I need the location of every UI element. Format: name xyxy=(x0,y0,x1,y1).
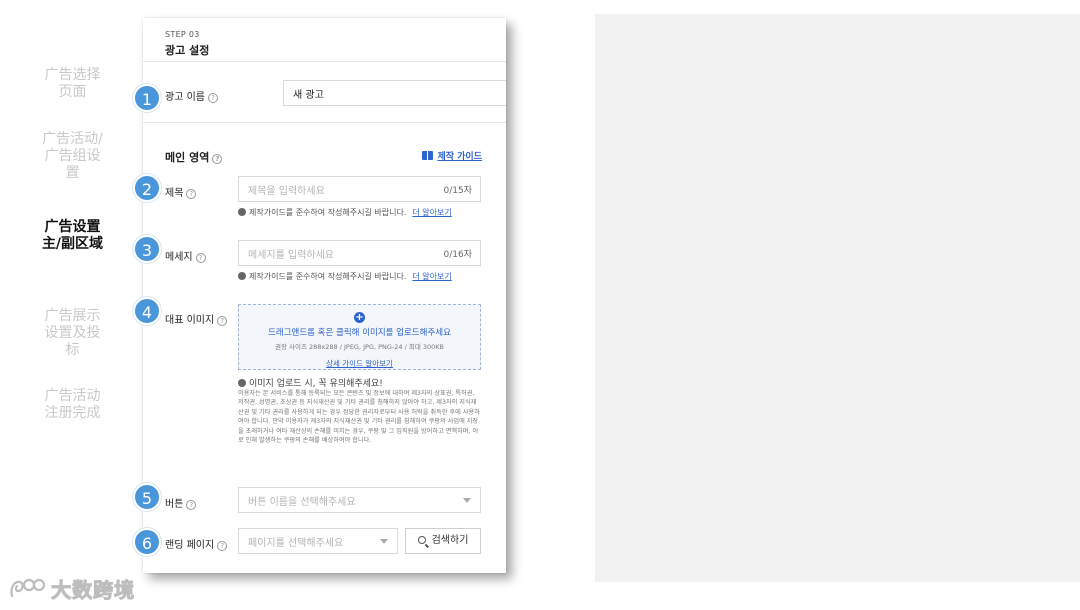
plus-icon: + xyxy=(354,312,365,323)
upload-warning-title: 이미지 업로드 시, 꼭 유의해주세요! xyxy=(238,376,383,389)
landing-page-label: 랜딩 페이지? xyxy=(165,536,228,551)
badge-2: 2 xyxy=(133,174,161,202)
help-icon[interactable]: ? xyxy=(212,154,223,164)
badge-5: 5 xyxy=(133,483,161,511)
info-icon xyxy=(238,272,246,280)
brand-name: 大数跨境 xyxy=(51,578,136,603)
brand-logo-icon xyxy=(10,578,46,597)
badge-4: 4 xyxy=(133,297,161,325)
search-icon xyxy=(417,536,426,544)
badge-6: 6 xyxy=(133,528,161,556)
info-icon xyxy=(238,208,246,216)
main-area-title: 메인 영역? xyxy=(165,149,223,165)
help-icon[interactable]: ? xyxy=(217,316,228,326)
badge-1: 1 xyxy=(133,84,161,112)
step-item-display-bidding[interactable]: 广告展示 设置及投 标 xyxy=(20,308,125,359)
step-item-campaign-settings[interactable]: 广告活动/ 广告组设 置 xyxy=(20,131,125,182)
message-counter: 0/16자 xyxy=(443,250,473,260)
upload-requirements: 권장 사이즈 288x288 / JPEG, JPG, PNG-24 / 최대 … xyxy=(274,343,445,351)
message-note: 제작가이드를 준수하여 작성해주시길 바랍니다. 더 알아보기 xyxy=(238,271,452,282)
ad-settings-card: STEP 03 광고 설정 광고 이름? 새 광고 메인 영역? 제작 가이드 … xyxy=(143,18,506,573)
step-item-registration-complete[interactable]: 广告活动 注册完成 xyxy=(20,388,125,422)
upload-instruction: 드래그앤드롭 혹은 클릭해 이미지를 업로드해주세요 xyxy=(268,328,451,338)
button-label: 버튼? xyxy=(165,495,197,510)
title-input[interactable]: 제목을 입력하세요 0/15자 xyxy=(238,176,481,202)
step-item-ad-area-settings[interactable]: 广告设置 主/副区域 xyxy=(20,219,125,253)
help-icon[interactable]: ? xyxy=(186,500,197,510)
help-icon[interactable]: ? xyxy=(195,253,206,263)
upload-warning-body: 이용자는 본 서비스를 통해 등록되는 모든 콘텐츠 및 정보에 대하여 제3자… xyxy=(238,390,480,445)
title-label: 제목? xyxy=(165,184,197,199)
image-upload-dropzone[interactable]: + 드래그앤드롭 혹은 클릭해 이미지를 업로드해주세요 권장 사이즈 288x… xyxy=(238,304,481,370)
landing-page-select[interactable]: 페이지를 선택해주세요 xyxy=(238,528,398,554)
title-note: 제작가이드를 준수하여 작성해주시길 바랍니다. 더 알아보기 xyxy=(238,207,452,218)
image-label: 대표 이미지? xyxy=(165,311,228,326)
help-icon[interactable]: ? xyxy=(186,189,197,199)
info-icon xyxy=(238,379,246,387)
message-label: 메세지? xyxy=(165,248,206,263)
learn-more-link[interactable]: 더 알아보기 xyxy=(412,208,451,217)
help-icon[interactable]: ? xyxy=(207,93,218,103)
preview-panel xyxy=(595,14,1080,582)
brand-logo: 大数跨境 xyxy=(8,574,135,604)
step-kicker: STEP 03 xyxy=(165,30,200,39)
book-icon xyxy=(422,151,434,160)
upload-guide-link[interactable]: 상세 가이드 알아보기 xyxy=(326,358,393,369)
badge-3: 3 xyxy=(133,235,161,263)
step-item-ad-selection[interactable]: 广告选择 页面 xyxy=(20,67,125,101)
production-guide-link[interactable]: 제작 가이드 xyxy=(422,149,482,162)
chevron-down-icon xyxy=(463,498,471,503)
button-select[interactable]: 버튼 이름을 선택해주세요 xyxy=(238,487,481,513)
card-header: STEP 03 광고 설정 xyxy=(143,18,506,62)
search-button[interactable]: 검색하기 xyxy=(405,528,481,554)
ad-name-label: 광고 이름? xyxy=(165,88,218,103)
title-counter: 0/15자 xyxy=(443,186,473,196)
card-title: 광고 설정 xyxy=(165,44,210,57)
chevron-down-icon xyxy=(380,539,388,544)
learn-more-link[interactable]: 더 알아보기 xyxy=(412,272,451,281)
help-icon[interactable]: ? xyxy=(217,541,228,551)
ad-name-input[interactable]: 새 광고 xyxy=(283,80,506,106)
divider xyxy=(143,122,506,123)
message-input[interactable]: 메세지를 입력하세요 0/16자 xyxy=(238,240,481,266)
